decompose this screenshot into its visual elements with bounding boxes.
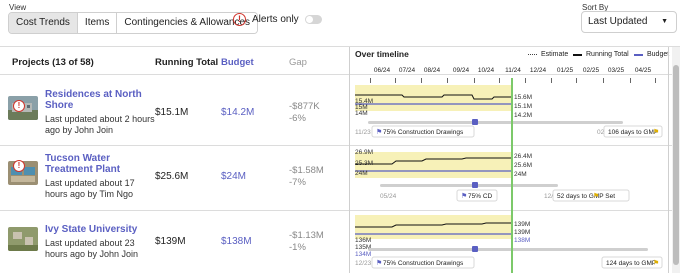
month-label: 03/25 [607,67,625,74]
milestone-label: 75% CD [468,193,493,200]
timeline-month-axis: 06/24 07/24 08/24 09/24 10/24 11/24 12/2… [355,67,668,77]
project-thumbnail[interactable] [8,96,38,125]
legend-running-total: Running Total [573,51,629,58]
gap-value: -$877K [289,101,320,112]
svg-text:⚑: ⚑ [461,192,467,200]
project-updated-text: Last updated about 23 hours ago by John … [45,238,139,259]
running-total-value: $25.6M [155,171,189,182]
project-updated-text: Last updated about 2 hours ago by John J… [45,114,155,135]
project-name-link[interactable]: Ivy State University [45,224,147,235]
alerts-only-label: Alerts only [252,14,299,25]
project-thumbnail[interactable] [8,227,38,256]
chevron-down-icon: ▼ [661,18,668,25]
project-updated-text: Last updated about 17 hours ago by Tim N… [45,178,135,199]
chart-left-label: 26.9M [355,149,373,156]
month-label: 02/25 [582,67,600,74]
alert-icon: ! [233,13,246,26]
legend-estimate: Estimate [528,51,568,58]
legend-running-total-label: Running Total [586,51,629,58]
gap-percent: -1% [289,242,306,253]
gap-percent: -6% [289,113,306,124]
month-label: 04/25 [634,67,652,74]
month-label: 08/24 [423,67,441,74]
chart-left-label: 14M [355,110,368,117]
chart-right-label: 14.2M [514,112,532,119]
chart-start-date: 12/23 [355,260,372,267]
chart-right-label: 139M [514,229,530,236]
budget-value: $24M [221,171,247,182]
sort-by-value: Last Updated [588,16,648,27]
alert-icon: ! [13,100,25,112]
svg-text:⚑: ⚑ [653,128,659,136]
milestone-label: 75% Construction Drawings [383,129,464,136]
running-total-column-header[interactable]: Running Total [155,57,218,68]
month-label: 10/24 [477,67,495,74]
chart-left-label: 134M [355,251,371,258]
month-label: 12/24 [529,67,547,74]
timeline-chart-ivy[interactable]: 136M 135M 134M 139M 139M 138M 12/23 ⚑ 75… [352,211,668,273]
budget-value: $138M [221,236,252,247]
alert-icon: ! [13,160,25,172]
gmp-countdown: 124 days to GMP [606,260,656,267]
tab-items[interactable]: Items [77,13,118,33]
running-total-value: $139M [155,236,186,247]
view-label: View [9,3,27,12]
legend-estimate-label: Estimate [541,51,569,58]
timeline-chart-tucson[interactable]: 26.9M 25.3M 24M 26.4M 25.6M 24M 05/24 ⚑ … [352,146,668,215]
svg-text:⚑: ⚑ [593,192,599,200]
running-total-value: $15.1M [155,107,189,118]
budget-column-header[interactable]: Budget [221,57,254,68]
timeline-column-header: Over timeline [355,49,409,59]
view-tabs: Cost Trends Items Contingencies & Allowa… [8,12,259,34]
chart-left-label: 25.3M [355,160,373,167]
month-label: 01/25 [556,67,574,74]
chart-start-date: 11/23 [355,129,371,136]
alerts-only-toggle[interactable] [304,15,322,24]
today-line [511,78,513,273]
alerts-only-filter[interactable]: ! Alerts only [233,13,322,26]
chart-left-label: 24M [355,170,368,177]
chart-right-label: 24M [514,171,527,178]
gap-percent: -7% [289,177,306,188]
chart-right-label: 26.4M [514,153,532,160]
tab-cost-trends[interactable]: Cost Trends [9,13,78,33]
gmp-countdown: 52 days to GMP Set [557,193,615,200]
svg-text:⚑: ⚑ [653,259,659,267]
projects-column-header: Projects (13 of 58) [12,57,94,68]
chart-right-label: 25.6M [514,162,532,169]
milestone-label: 75% Construction Drawings [383,260,464,267]
chart-right-label: 139M [514,221,530,228]
legend-budget: Budget [634,51,669,58]
gap-value: -$1.13M [289,230,324,241]
gap-column-header[interactable]: Gap [289,57,307,68]
chart-right-label: 15.1M [514,103,532,110]
svg-text:⚑: ⚑ [376,128,382,136]
project-name-link[interactable]: Residences at North Shore [45,89,147,111]
gap-value: -$1.58M [289,165,324,176]
budget-value: $14.2M [221,107,255,118]
month-label: 07/24 [398,67,416,74]
chart-left-label: 136M [355,237,371,244]
legend-budget-label: Budget [647,51,670,58]
chart-right-label: 138M [514,237,530,244]
vertical-scrollbar[interactable] [672,47,680,273]
sort-by-select[interactable]: Last Updated ▼ [581,11,677,33]
project-name-link[interactable]: Tucson Water Treatment Plant [45,153,147,175]
chart-right-label: 15.6M [514,94,532,101]
month-label: 11/24 [505,67,521,74]
month-label: 06/24 [373,67,391,74]
svg-text:⚑: ⚑ [376,259,382,267]
timeline-chart-residences[interactable]: 15.4M 15M 14M 15.6M 15.1M 14.2M 11/23 ⚑ … [352,77,668,150]
gmp-countdown: 106 days to GMP [608,129,658,136]
month-label: 09/24 [452,67,470,74]
chart-start-date: 05/24 [380,193,397,200]
